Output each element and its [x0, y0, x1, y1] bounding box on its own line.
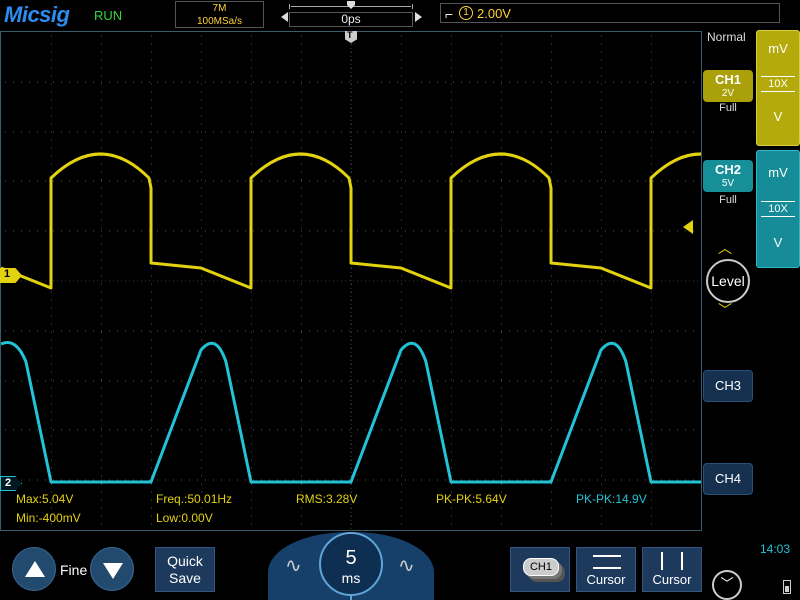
timebase-knob[interactable]: 5 ms [319, 532, 383, 596]
ch1-scale-panel[interactable]: mV 10X V [756, 30, 800, 146]
memory-position-marker [347, 1, 355, 9]
ch1-bandwidth: Full [719, 102, 737, 114]
meas-ch1-min: Min:-400mV [16, 511, 81, 525]
timebase-value: 5 [345, 547, 357, 569]
rising-edge-icon: ⌐ [445, 6, 454, 22]
ch2-marker-label: 2 [5, 477, 12, 489]
time-offset-value: 0ps [289, 12, 413, 27]
track-left-end [289, 4, 290, 9]
timebase-unit: ms [341, 570, 361, 586]
ch2-label: CH2 [714, 162, 741, 177]
memory-depth: 7M [212, 3, 227, 14]
expand-menu-chevron-icon[interactable]: ﹀ [712, 570, 742, 600]
level-up-chevron-icon[interactable]: ︿ [718, 238, 732, 258]
clock: 14:03 [760, 542, 791, 556]
ch1-label: CH1 [714, 72, 741, 87]
ch1-button[interactable]: CH1 2V [703, 70, 753, 102]
timebase-tick [350, 594, 352, 600]
vertical-cursor-icon [661, 552, 683, 570]
ch2-button[interactable]: CH2 5V [703, 160, 753, 192]
waveform-grid [1, 32, 701, 530]
time-offset-left-arrow[interactable] [281, 12, 288, 22]
vertical-cursor-button[interactable]: Cursor [642, 547, 702, 592]
meas-ch1-low: Low:0.00V [156, 511, 213, 525]
quick-save-line2: Save [169, 570, 201, 586]
ch3-button[interactable]: CH3 [703, 370, 753, 402]
trigger-info[interactable]: ⌐ 1 2.00V [440, 3, 780, 23]
meas-ch1-pkpk: PK-PK:5.64V [436, 492, 507, 506]
ch1-marker-label: 1 [4, 268, 11, 280]
brand-logo: Micsig [4, 2, 70, 27]
channel-stack-button[interactable]: CH1 [510, 547, 570, 592]
ch2-scale-panel[interactable]: mV 10X V [756, 150, 800, 268]
ch1-unit-down[interactable]: V [757, 109, 799, 124]
ch2-probe-ratio[interactable]: 10X [761, 201, 795, 217]
waveform-display[interactable]: Max:5.04V Min:-400mV Freq.:50.01Hz Low:0… [0, 31, 702, 531]
cursor1-label: Cursor [586, 572, 626, 587]
ch2-unit-up[interactable]: mV [757, 165, 799, 180]
up-arrow-icon [25, 561, 45, 577]
trigger-level-value: 2.00V [477, 6, 511, 21]
fine-down-button[interactable] [90, 547, 134, 591]
quick-save-line1: Quick [167, 553, 203, 569]
time-offset-control[interactable]: 0ps [289, 1, 413, 27]
meas-ch2-pkpk: PK-PK:14.9V [576, 492, 647, 506]
trigger-level-marker[interactable] [683, 220, 693, 234]
ch1-badge: CH1 [523, 558, 559, 576]
ch2-unit-down[interactable]: V [757, 235, 799, 250]
meas-ch1-rms: RMS:3.28V [296, 492, 358, 506]
trigger-position-label: T [347, 30, 353, 40]
fine-label: Fine [60, 562, 88, 578]
meas-ch1-max: Max:5.04V [16, 492, 74, 506]
cursor2-label: Cursor [652, 572, 692, 587]
level-down-chevron-icon[interactable]: ﹀ [718, 300, 732, 320]
ch1-scale: 2V [721, 88, 735, 99]
run-stop-status[interactable]: RUN [94, 8, 122, 23]
trigger-level-knob[interactable]: Level [706, 259, 750, 303]
quick-save-button[interactable]: Quick Save [155, 547, 215, 592]
down-arrow-icon [103, 563, 123, 579]
horizontal-cursor-button[interactable]: Cursor [576, 547, 636, 592]
track-right-end [412, 4, 413, 9]
ch2-bandwidth: Full [719, 194, 737, 206]
top-status-bar: Micsig RUN 7M 100MSa/s 0ps ⌐ 1 2.00V [0, 0, 800, 30]
grid-dots [5, 35, 694, 525]
ch2-scale: 5V [721, 178, 735, 189]
trigger-source-badge: 1 [459, 6, 473, 20]
ch1-unit-up[interactable]: mV [757, 41, 799, 56]
horizontal-cursor-icon [593, 555, 621, 569]
timebase-decrease-wave-icon[interactable]: ∿ [285, 553, 302, 578]
timebase-increase-wave-icon[interactable]: ∿ [398, 553, 415, 578]
ch4-button[interactable]: CH4 [703, 463, 753, 495]
sample-rate: 100MSa/s [196, 16, 243, 27]
acquisition-info[interactable]: 7M 100MSa/s [175, 1, 264, 28]
fine-up-button[interactable] [12, 547, 56, 591]
acquire-mode[interactable]: Normal [707, 30, 746, 44]
ch1-probe-ratio[interactable]: 10X [761, 76, 795, 92]
meas-ch1-freq: Freq.:50.01Hz [156, 492, 233, 506]
time-offset-right-arrow[interactable] [415, 12, 422, 22]
battery-icon [783, 580, 791, 594]
